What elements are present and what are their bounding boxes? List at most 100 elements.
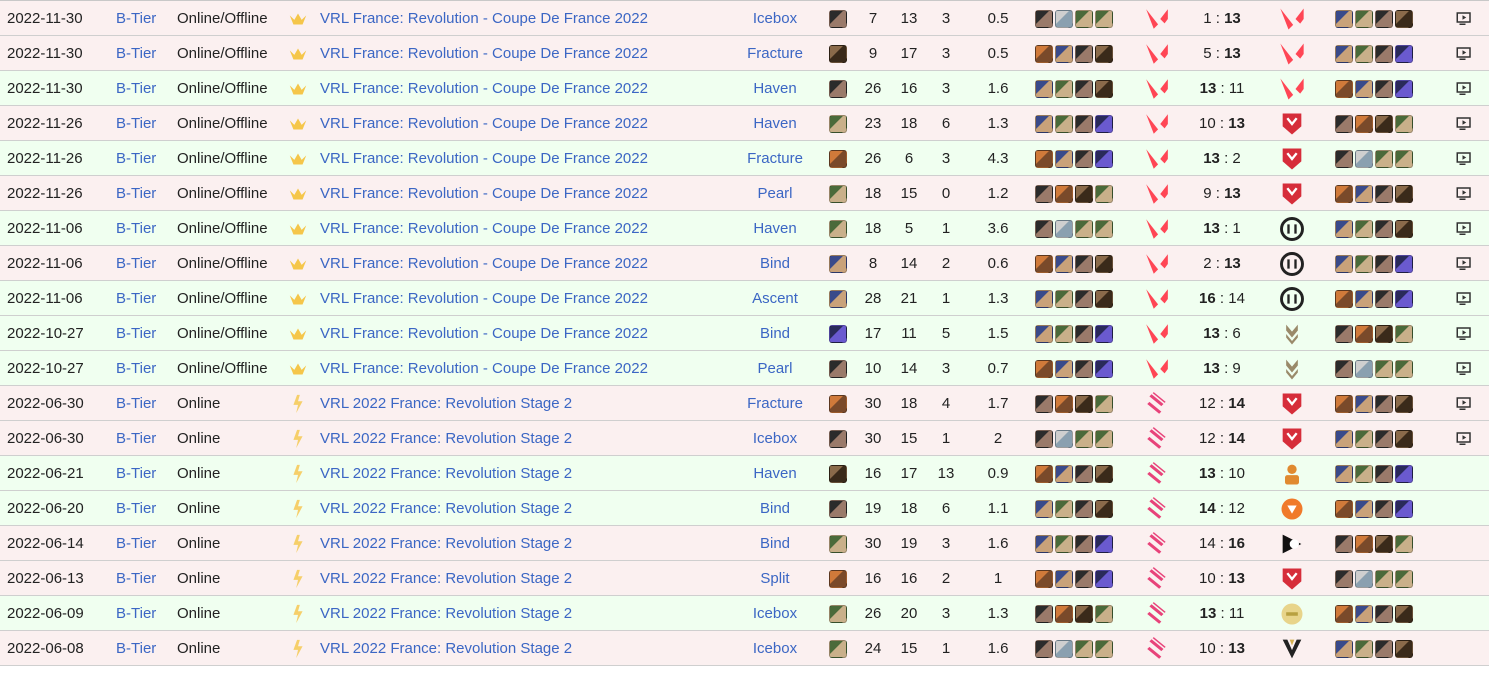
vod-link[interactable]: [1453, 316, 1475, 351]
map-link[interactable]: Pearl: [730, 176, 820, 211]
opponent-logo[interactable]: [1274, 71, 1310, 106]
tournament-link[interactable]: VRL 2022 France: Revolution Stage 2: [320, 561, 572, 596]
map-link[interactable]: Icebox: [730, 1, 820, 36]
map-link[interactable]: Split: [730, 561, 820, 596]
team-logo[interactable]: [1140, 71, 1174, 106]
tournament-link[interactable]: VRL France: Revolution - Coupe De France…: [320, 351, 648, 386]
team-logo[interactable]: [1140, 316, 1174, 351]
team-logo[interactable]: [1140, 386, 1174, 421]
opponent-logo[interactable]: [1274, 141, 1310, 176]
opponent-logo[interactable]: [1274, 386, 1310, 421]
tournament-link[interactable]: VRL 2022 France: Revolution Stage 2: [320, 596, 572, 631]
tournament-link[interactable]: VRL 2022 France: Revolution Stage 2: [320, 491, 572, 526]
map-link[interactable]: Fracture: [730, 141, 820, 176]
tournament-link[interactable]: VRL France: Revolution - Coupe De France…: [320, 211, 648, 246]
map-link[interactable]: Bind: [730, 526, 820, 561]
tier-link[interactable]: B-Tier: [116, 386, 156, 421]
tier-link[interactable]: B-Tier: [116, 526, 156, 561]
map-link[interactable]: Bind: [730, 246, 820, 281]
tournament-link[interactable]: VRL 2022 France: Revolution Stage 2: [320, 386, 572, 421]
team-logo[interactable]: [1140, 351, 1174, 386]
team-logo[interactable]: [1140, 456, 1174, 491]
opponent-logo[interactable]: [1274, 421, 1310, 456]
tournament-link[interactable]: VRL 2022 France: Revolution Stage 2: [320, 421, 572, 456]
opponent-logo[interactable]: [1274, 176, 1310, 211]
opponent-logo[interactable]: [1274, 351, 1310, 386]
tier-link[interactable]: B-Tier: [116, 281, 156, 316]
tournament-link[interactable]: VRL France: Revolution - Coupe De France…: [320, 316, 648, 351]
team-logo[interactable]: [1140, 281, 1174, 316]
tournament-link[interactable]: VRL France: Revolution - Coupe De France…: [320, 246, 648, 281]
opponent-logo[interactable]: [1274, 631, 1310, 666]
team-logo[interactable]: [1140, 561, 1174, 596]
tournament-link[interactable]: VRL France: Revolution - Coupe De France…: [320, 141, 648, 176]
tournament-link[interactable]: VRL France: Revolution - Coupe De France…: [320, 176, 648, 211]
tier-link[interactable]: B-Tier: [116, 106, 156, 141]
map-link[interactable]: Haven: [730, 456, 820, 491]
tier-link[interactable]: B-Tier: [116, 491, 156, 526]
tier-link[interactable]: B-Tier: [116, 561, 156, 596]
tournament-link[interactable]: VRL France: Revolution - Coupe De France…: [320, 1, 648, 36]
map-link[interactable]: Fracture: [730, 386, 820, 421]
tier-link[interactable]: B-Tier: [116, 316, 156, 351]
map-link[interactable]: Icebox: [730, 631, 820, 666]
vod-link[interactable]: [1453, 141, 1475, 176]
opponent-logo[interactable]: [1274, 211, 1310, 246]
map-link[interactable]: Pearl: [730, 351, 820, 386]
tier-link[interactable]: B-Tier: [116, 71, 156, 106]
opponent-logo[interactable]: [1274, 281, 1310, 316]
tier-link[interactable]: B-Tier: [116, 596, 156, 631]
team-logo[interactable]: [1140, 1, 1174, 36]
team-logo[interactable]: [1140, 246, 1174, 281]
map-link[interactable]: Fracture: [730, 36, 820, 71]
map-link[interactable]: Ascent: [730, 281, 820, 316]
opponent-logo[interactable]: [1274, 246, 1310, 281]
map-link[interactable]: Bind: [730, 316, 820, 351]
team-logo[interactable]: [1140, 491, 1174, 526]
team-logo[interactable]: [1140, 631, 1174, 666]
opponent-logo[interactable]: [1274, 596, 1310, 631]
opponent-logo[interactable]: [1274, 316, 1310, 351]
tournament-link[interactable]: VRL France: Revolution - Coupe De France…: [320, 281, 648, 316]
opponent-logo[interactable]: [1274, 491, 1310, 526]
opponent-logo[interactable]: [1274, 456, 1310, 491]
tier-link[interactable]: B-Tier: [116, 351, 156, 386]
tournament-link[interactable]: VRL 2022 France: Revolution Stage 2: [320, 631, 572, 666]
team-logo[interactable]: [1140, 176, 1174, 211]
opponent-logo[interactable]: [1274, 36, 1310, 71]
tier-link[interactable]: B-Tier: [116, 631, 156, 666]
team-logo[interactable]: [1140, 526, 1174, 561]
opponent-logo[interactable]: [1274, 526, 1310, 561]
vod-link[interactable]: [1453, 246, 1475, 281]
map-link[interactable]: Haven: [730, 71, 820, 106]
opponent-logo[interactable]: [1274, 1, 1310, 36]
vod-link[interactable]: [1453, 1, 1475, 36]
tier-link[interactable]: B-Tier: [116, 141, 156, 176]
tier-link[interactable]: B-Tier: [116, 421, 156, 456]
vod-link[interactable]: [1453, 176, 1475, 211]
tier-link[interactable]: B-Tier: [116, 211, 156, 246]
vod-link[interactable]: [1453, 351, 1475, 386]
tournament-link[interactable]: VRL France: Revolution - Coupe De France…: [320, 106, 648, 141]
tournament-link[interactable]: VRL 2022 France: Revolution Stage 2: [320, 456, 572, 491]
tier-link[interactable]: B-Tier: [116, 176, 156, 211]
team-logo[interactable]: [1140, 141, 1174, 176]
vod-link[interactable]: [1453, 281, 1475, 316]
opponent-logo[interactable]: [1274, 561, 1310, 596]
map-link[interactable]: Icebox: [730, 596, 820, 631]
vod-link[interactable]: [1453, 106, 1475, 141]
map-link[interactable]: Haven: [730, 106, 820, 141]
map-link[interactable]: Bind: [730, 491, 820, 526]
vod-link[interactable]: [1453, 36, 1475, 71]
tournament-link[interactable]: VRL 2022 France: Revolution Stage 2: [320, 526, 572, 561]
vod-link[interactable]: [1453, 71, 1475, 106]
tier-link[interactable]: B-Tier: [116, 456, 156, 491]
tier-link[interactable]: B-Tier: [116, 1, 156, 36]
team-logo[interactable]: [1140, 596, 1174, 631]
map-link[interactable]: Icebox: [730, 421, 820, 456]
vod-link[interactable]: [1453, 421, 1475, 456]
team-logo[interactable]: [1140, 36, 1174, 71]
tier-link[interactable]: B-Tier: [116, 36, 156, 71]
tournament-link[interactable]: VRL France: Revolution - Coupe De France…: [320, 71, 648, 106]
team-logo[interactable]: [1140, 421, 1174, 456]
